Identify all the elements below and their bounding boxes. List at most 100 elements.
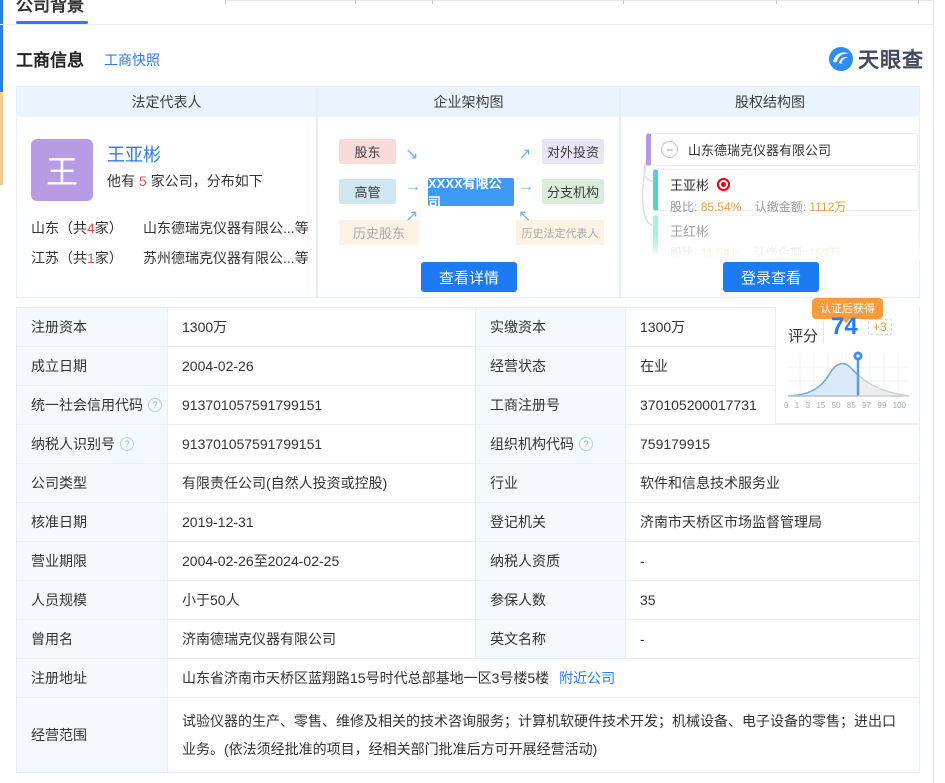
tianyancha-logo-icon	[828, 46, 854, 72]
row-value: 济南德瑞克仪器有限公司	[168, 620, 476, 658]
collapse-minus-icon[interactable]: −	[661, 141, 678, 158]
row-label: 注册地址	[17, 659, 168, 697]
ratio-label: 股比:	[670, 246, 697, 260]
axis-tick: 97	[862, 401, 871, 410]
root-company-name: 山东德瑞克仪器有限公司	[688, 140, 831, 159]
row-value: 1300万	[168, 308, 476, 346]
help-icon[interactable]: ?	[120, 437, 134, 451]
shareholder-name: 王红彬	[670, 221, 709, 240]
left-edge-blue-strip	[0, 0, 3, 92]
tab-company-background[interactable]: 公司背景	[16, 0, 84, 16]
row-value: 济南市天桥区市场监督管理局	[626, 503, 919, 541]
tree-root-company-node[interactable]: − 山东德瑞克仪器有限公司	[646, 133, 918, 166]
axis-tick: 15	[816, 401, 825, 410]
score-value: 74	[831, 313, 858, 341]
row-value: 1300万	[626, 308, 776, 346]
row-label: 纳税人识别号 ?	[17, 425, 168, 463]
table-row: 经营范围 试验仪器的生产、零售、维修及相关的技术咨询服务；计算机软硬件技术开发；…	[17, 698, 919, 772]
top-tick	[225, 0, 226, 4]
score-axis-labels: 0 1 3 15 50 85 97 99 100	[784, 401, 906, 410]
avatar: 王	[31, 139, 93, 201]
shareholder-node[interactable]: 王红彬 股比: 11.54% 认缴金额: 150万	[653, 215, 919, 255]
view-details-button[interactable]: 查看详情	[421, 262, 517, 292]
row-label: 成立日期	[17, 347, 168, 385]
summary-pre: 他有	[107, 173, 135, 189]
row-label: 登记机关	[476, 503, 626, 541]
node-outbound-investment: 对外投资	[542, 139, 604, 164]
row-value: 山东省济南市天桥区蓝翔路15号时代总部基地一区3号楼5楼 附近公司	[168, 659, 919, 697]
ratio-value: 11.54%	[701, 246, 741, 260]
login-to-view-button[interactable]: 登录查看	[723, 262, 819, 292]
top-tick	[432, 0, 433, 4]
row-label: 人员规模	[17, 581, 168, 619]
row-label: 公司类型	[17, 464, 168, 502]
row-label: 纳税人资质	[476, 542, 626, 580]
node-branches: 分支机构	[542, 179, 604, 204]
arrow-ne-icon: ↗	[518, 147, 531, 163]
right-border-line	[933, 0, 934, 783]
region-pre: 山东（共	[31, 220, 87, 236]
table-row: 人员规模 小于50人 参保人数 35	[17, 581, 919, 620]
panel-header-org-chart: 企业架构图	[318, 87, 619, 117]
actual-controller-badge-icon	[717, 178, 730, 191]
row-value: 2004-02-26至2024-02-25	[168, 542, 476, 580]
row-label-text: 组织机构代码	[490, 434, 574, 454]
section-title-business-info: 工商信息	[16, 46, 84, 71]
arrow-nw-icon: ↖	[518, 209, 531, 225]
row-value: 759179915	[626, 425, 919, 463]
shareholder-node[interactable]: 王亚彬 股比: 85.54% 认缴金额: 1112万	[653, 169, 919, 211]
score-panel: 认证后获得 评分 74 +3 0 1	[775, 307, 919, 424]
row-value: 913701057591799151	[168, 425, 476, 463]
top-tick	[623, 0, 624, 4]
row-label-text: 统一社会信用代码	[31, 395, 143, 415]
region-row-jiangsu: 江苏（共1家） 苏州德瑞克仪器有限公...等	[31, 248, 123, 268]
table-row: 注册地址 山东省济南市天桥区蓝翔路15号时代总部基地一区3号楼5楼 附近公司	[17, 659, 919, 698]
row-value: 试验仪器的生产、零售、维修及相关的技术咨询服务；计算机软硬件技术开发；机械设备、…	[168, 698, 919, 772]
tianyancha-logo-text: 天眼查	[858, 44, 924, 74]
equity-structure-body: − 山东德瑞克仪器有限公司 王亚彬 股比: 85.54% 认缴金额: 1112万…	[621, 117, 919, 297]
tab-strip-divider	[0, 24, 933, 25]
legal-representative-body: 王 王亚彬 他有5家公司，分布如下 山东（共4家） 山东德瑞克仪器有限公...等…	[17, 117, 316, 297]
help-icon[interactable]: ?	[579, 437, 593, 451]
row-value: 370105200017731	[626, 386, 776, 424]
amount-label: 认缴金额:	[754, 246, 805, 260]
row-value: 有限责任公司(自然人投资或控股)	[168, 464, 476, 502]
row-value: 913701057591799151	[168, 386, 476, 424]
axis-tick: 1	[795, 401, 799, 410]
org-chart-body: 股东 高管 历史股东 XXXX有限公司 对外投资 分支机构 历史法定代表人 ↘ …	[318, 117, 619, 297]
row-value: 35	[626, 581, 919, 619]
region-company[interactable]: 苏州德瑞克仪器有限公...等	[143, 248, 323, 268]
summary-post: 家公司，分布如下	[151, 173, 263, 189]
panel-header-equity-structure: 股权结构图	[621, 87, 919, 117]
axis-tick: 3	[806, 401, 810, 410]
row-label: 曾用名	[17, 620, 168, 658]
panel-header-legal-representative: 法定代表人	[17, 87, 316, 117]
region-row-shandong: 山东（共4家） 山东德瑞克仪器有限公...等	[31, 218, 123, 238]
row-label-text: 纳税人识别号	[31, 434, 115, 454]
node-executives: 高管	[339, 179, 396, 204]
help-icon[interactable]: ?	[148, 398, 162, 412]
axis-tick: 85	[847, 401, 856, 410]
node-center-company: XXXX有限公司	[428, 178, 514, 206]
row-label: 营业期限	[17, 542, 168, 580]
left-edge-orange-strip	[0, 92, 3, 185]
row-label: 行业	[476, 464, 626, 502]
row-label: 核准日期	[17, 503, 168, 541]
row-label: 组织机构代码 ?	[476, 425, 626, 463]
ratio-label: 股比:	[670, 200, 697, 214]
table-row: 营业期限 2004-02-26至2024-02-25 纳税人资质 -	[17, 542, 919, 581]
tianyancha-logo[interactable]: 天眼查	[828, 44, 924, 74]
row-label: 参保人数	[476, 581, 626, 619]
score-distribution-chart	[786, 351, 911, 399]
legal-rep-name-link[interactable]: 王亚彬	[107, 141, 161, 167]
arrow-e-icon: →	[518, 179, 534, 195]
nearby-companies-link[interactable]: 附近公司	[559, 668, 615, 688]
row-value: 2019-12-31	[168, 503, 476, 541]
region-company[interactable]: 山东德瑞克仪器有限公...等	[143, 218, 323, 238]
summary-count: 5	[139, 173, 147, 189]
top-hairline	[225, 0, 933, 1]
row-value: 软件和信息技术服务业	[626, 464, 919, 502]
region-count: 1	[87, 250, 95, 266]
axis-tick: 0	[784, 401, 788, 410]
link-business-snapshot[interactable]: 工商快照	[104, 50, 160, 70]
